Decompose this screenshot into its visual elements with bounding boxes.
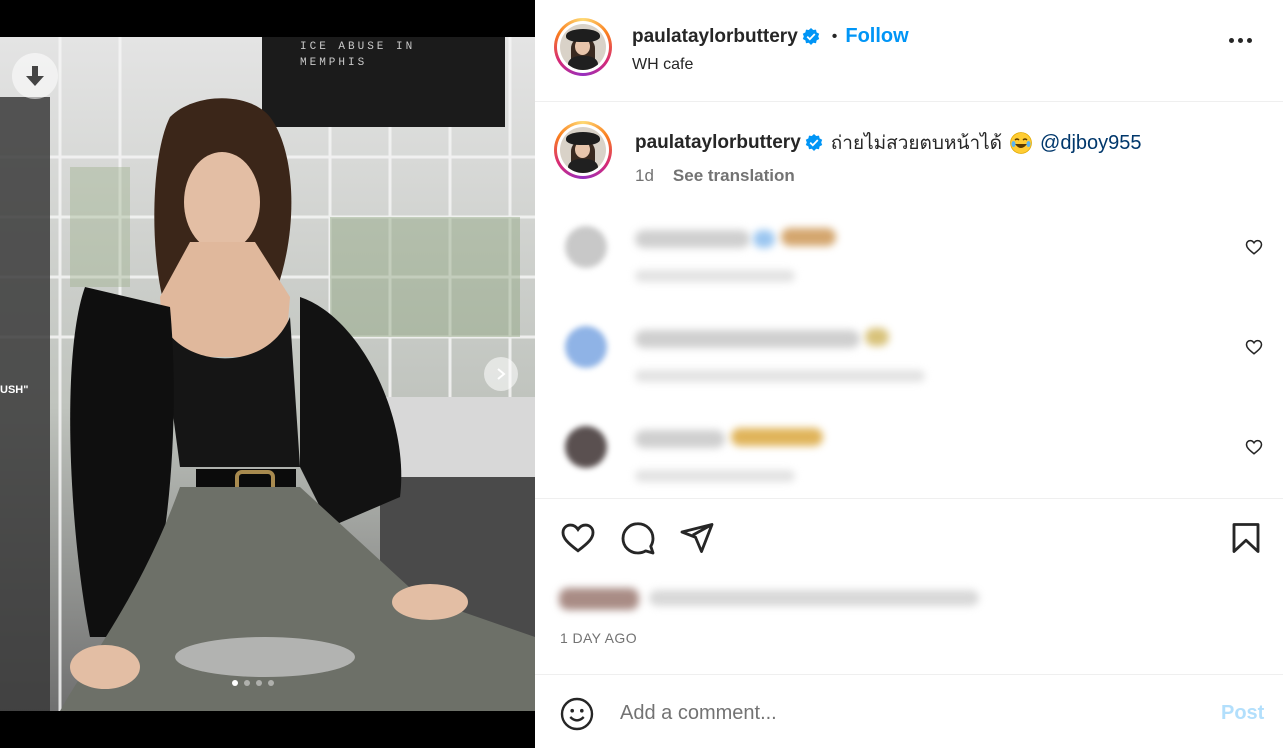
verified-badge-icon: [802, 27, 819, 45]
like-comment-heart-icon[interactable]: [1245, 438, 1263, 456]
caption-avatar[interactable]: [554, 121, 612, 179]
comment-item: [553, 318, 1263, 398]
divider: [535, 498, 1283, 499]
caption-username[interactable]: paulataylorbuttery: [635, 132, 801, 154]
signage-text: ICE ABUSE IN MEMPHIS: [300, 41, 416, 69]
avatar[interactable]: [565, 426, 607, 468]
see-translation-button[interactable]: See translation: [673, 166, 795, 186]
add-comment-input[interactable]: [620, 702, 1180, 725]
carousel-dot[interactable]: [244, 680, 250, 686]
comment-item: [553, 418, 1263, 498]
author-username[interactable]: paulataylorbuttery: [632, 26, 798, 48]
post-comment-button[interactable]: Post: [1221, 702, 1264, 725]
laughing-tears-emoji-icon: [1010, 132, 1032, 154]
like-comment-heart-icon[interactable]: [1245, 338, 1263, 356]
download-button[interactable]: [12, 53, 58, 99]
side-text: USH": [0, 384, 29, 396]
separator-dot: •: [831, 27, 838, 45]
avatar[interactable]: [565, 326, 607, 368]
avatar[interactable]: [565, 226, 607, 268]
emoji-smiley-icon[interactable]: [559, 696, 595, 732]
like-heart-icon[interactable]: [560, 520, 596, 556]
post-location[interactable]: WH cafe: [632, 56, 693, 74]
like-comment-heart-icon[interactable]: [1245, 238, 1263, 256]
avatar-image: [560, 127, 606, 173]
comment-bubble-icon[interactable]: [620, 520, 656, 556]
avatar-image: [560, 24, 606, 70]
caption: paulataylorbuttery ถ่ายไม่สวยตบหน้าได้ @…: [635, 128, 1142, 158]
author-avatar[interactable]: [554, 18, 612, 76]
post-details-panel: paulataylorbuttery • Follow WH cafe paul…: [535, 0, 1283, 748]
carousel-dots: [232, 680, 274, 686]
post-timestamp[interactable]: 1 DAY AGO: [560, 630, 637, 646]
carousel-dot[interactable]: [232, 680, 238, 686]
post-photo[interactable]: ICE ABUSE IN MEMPHIS USH": [0, 37, 535, 711]
post-media: ICE ABUSE IN MEMPHIS USH": [0, 0, 535, 748]
chevron-right-icon: [497, 368, 506, 380]
comment-item: [553, 218, 1263, 298]
caption-age: 1d: [635, 166, 654, 185]
share-paper-plane-icon[interactable]: [679, 520, 715, 556]
caption-meta: 1d See translation: [635, 166, 795, 186]
divider: [535, 674, 1283, 675]
more-options-icon[interactable]: [1229, 38, 1252, 43]
verified-badge-icon: [805, 134, 822, 151]
caption-mention[interactable]: @djboy955: [1040, 132, 1141, 155]
follow-button[interactable]: Follow: [845, 25, 908, 48]
carousel-dot[interactable]: [256, 680, 262, 686]
download-arrow-icon: [26, 66, 44, 86]
carousel-dot[interactable]: [268, 680, 274, 686]
liked-by-summary[interactable]: [553, 580, 983, 614]
caption-text: ถ่ายไม่สวยตบหน้าได้: [830, 133, 1003, 154]
save-bookmark-icon[interactable]: [1228, 520, 1264, 556]
carousel-next-button[interactable]: [484, 357, 518, 391]
author-line: paulataylorbuttery • Follow: [632, 25, 909, 48]
post-header: paulataylorbuttery • Follow WH cafe: [535, 0, 1283, 102]
